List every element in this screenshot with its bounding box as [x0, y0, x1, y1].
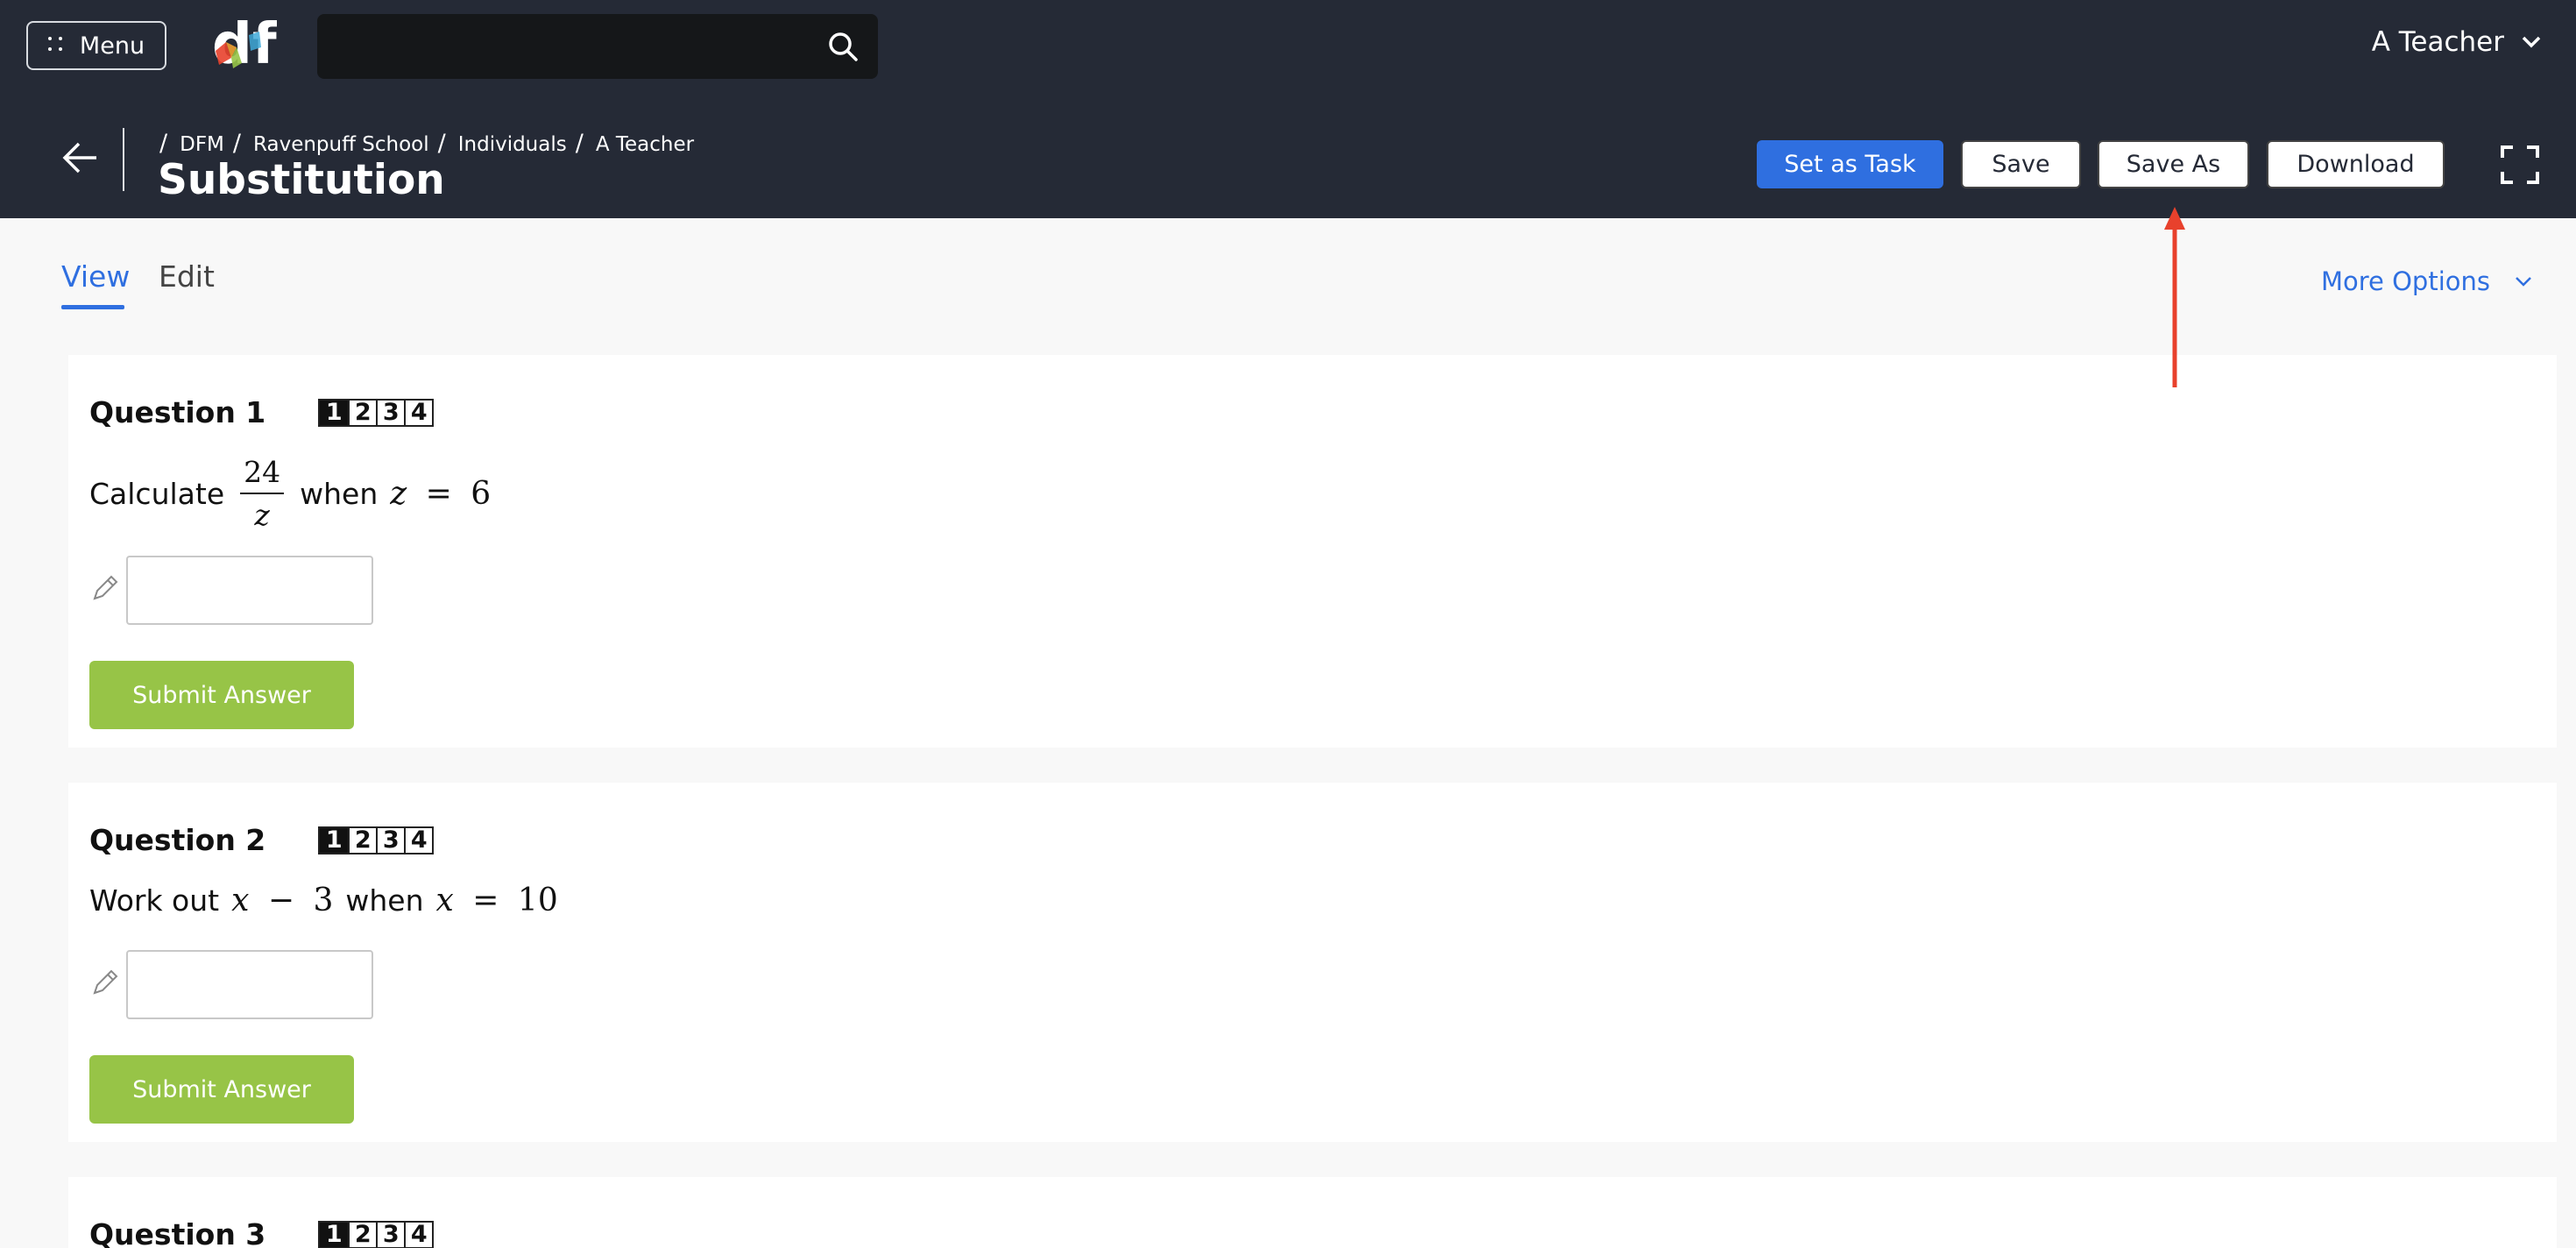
breadcrumb-item-individuals[interactable]: Individuals	[458, 133, 567, 156]
level-3[interactable]: 3	[376, 1221, 404, 1248]
tab-edit[interactable]: Edit	[159, 259, 215, 294]
arrow-left-icon[interactable]	[61, 138, 100, 177]
question-text-mid: when	[345, 883, 424, 918]
menu-button[interactable]: Menu	[26, 21, 166, 70]
difficulty-level-selector: 1 2 3 4	[318, 826, 435, 854]
breadcrumb: / DFM / Ravenpuff School / Individuals / A …	[159, 130, 695, 157]
page-title: Substitution	[158, 156, 445, 204]
question-text-prefix: Calculate	[89, 476, 225, 511]
question-text-mid: when	[300, 476, 379, 511]
question-header: Question 2 1 2 3 4	[89, 823, 435, 857]
user-menu[interactable]: A Teacher	[2372, 26, 2541, 58]
search-bar[interactable]	[317, 14, 878, 79]
question-text: Work out x − 3 when x = 10	[89, 883, 558, 918]
question-card: Question 2 1 2 3 4 Work out x − 3 when x…	[68, 783, 2557, 1142]
breadcrumb-item-school[interactable]: Ravenpuff School	[253, 133, 429, 156]
breadcrumb-item-teacher[interactable]: A Teacher	[596, 133, 694, 156]
breadcrumb-item-dfm[interactable]: DFM	[180, 133, 224, 156]
question-title: Question 2	[89, 823, 266, 857]
more-options-dropdown[interactable]: More Options	[2321, 266, 2532, 296]
math-expression: x − 3	[231, 883, 334, 918]
download-button[interactable]: Download	[2267, 140, 2445, 188]
fullscreen-icon[interactable]	[2499, 144, 2541, 186]
math-fraction: 24 z	[240, 455, 285, 532]
grid-dots-icon	[47, 37, 66, 54]
more-options-label: More Options	[2320, 266, 2490, 296]
level-4[interactable]: 4	[404, 1221, 432, 1248]
pencil-icon	[93, 575, 118, 600]
user-name: A Teacher	[2371, 26, 2504, 58]
answer-input[interactable]	[126, 950, 373, 1019]
pencil-icon	[93, 969, 118, 995]
difficulty-level-selector: 1 2 3 4	[318, 398, 435, 427]
level-2[interactable]: 2	[348, 399, 376, 426]
question-header: Question 1 1 2 3 4	[89, 395, 435, 429]
top-header: Menu df A Teacher / DFM / Ravenpuff Schoo…	[0, 0, 2576, 218]
save-button[interactable]: Save	[1961, 140, 2081, 188]
level-4[interactable]: 4	[404, 826, 432, 854]
question-card: Question 1 1 2 3 4 Calculate 24 z when z…	[68, 355, 2557, 748]
chevron-down-icon	[2516, 277, 2531, 287]
question-header: Question 3 1 2 3 4	[89, 1217, 435, 1248]
level-3[interactable]: 3	[376, 399, 404, 426]
level-2[interactable]: 2	[348, 1221, 376, 1248]
question-text: Calculate 24 z when z = 6	[89, 455, 491, 532]
question-card: Question 3 1 2 3 4	[68, 1177, 2557, 1248]
save-as-button[interactable]: Save As	[2098, 140, 2249, 188]
question-text-prefix: Work out	[89, 883, 220, 918]
header-divider	[123, 128, 124, 191]
level-4[interactable]: 4	[404, 399, 432, 426]
menu-label: Menu	[79, 32, 145, 60]
chevron-down-icon	[2522, 36, 2541, 48]
answer-input[interactable]	[126, 556, 373, 625]
level-1[interactable]: 1	[320, 1221, 349, 1248]
search-input[interactable]	[331, 23, 804, 70]
active-tab-indicator	[61, 305, 124, 309]
question-title: Question 1	[89, 395, 266, 429]
annotation-arrow-icon	[2164, 207, 2185, 387]
fraction-numerator: 24	[244, 455, 281, 489]
level-2[interactable]: 2	[348, 826, 376, 854]
fraction-denominator: z	[254, 498, 270, 532]
math-condition: x = 10	[435, 883, 558, 918]
level-3[interactable]: 3	[376, 826, 404, 854]
tab-view[interactable]: View	[61, 259, 130, 294]
difficulty-level-selector: 1 2 3 4	[318, 1220, 435, 1248]
logo-text: df	[212, 12, 277, 75]
app-logo[interactable]: df	[210, 12, 277, 75]
question-title: Question 3	[89, 1217, 266, 1248]
set-as-task-button[interactable]: Set as Task	[1757, 140, 1943, 188]
search-icon[interactable]	[827, 31, 859, 62]
level-1[interactable]: 1	[320, 399, 349, 426]
math-condition: z = 6	[390, 475, 492, 512]
submit-answer-button[interactable]: Submit Answer	[89, 1055, 354, 1124]
level-1[interactable]: 1	[320, 826, 349, 854]
submit-answer-button[interactable]: Submit Answer	[89, 661, 354, 729]
